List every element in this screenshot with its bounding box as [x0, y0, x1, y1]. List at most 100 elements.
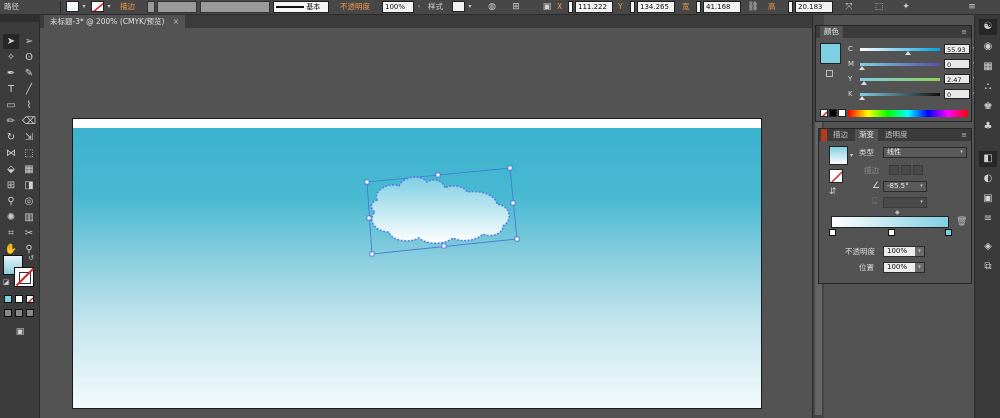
- color-guide-icon[interactable]: ◉: [979, 39, 997, 55]
- transparency-icon[interactable]: ◐: [979, 171, 997, 187]
- isolate-icon[interactable]: ⬚: [873, 1, 885, 13]
- stroke-color-preview[interactable]: [826, 70, 833, 77]
- blend-tool-icon[interactable]: ◎: [21, 194, 37, 209]
- brushes-icon[interactable]: ♚: [979, 99, 997, 115]
- x-field[interactable]: 111.222: [575, 1, 613, 13]
- recolor-icon[interactable]: ◍: [486, 1, 498, 13]
- panel-menu-icon[interactable]: ≡: [966, 1, 978, 13]
- gradient-stop-mid[interactable]: [888, 229, 895, 236]
- slider-knob[interactable]: [905, 51, 911, 55]
- stop-opacity-field[interactable]: 100% ▾: [883, 246, 925, 257]
- width-stepper[interactable]: [696, 1, 701, 13]
- screen-mode-icon[interactable]: ▣: [12, 325, 28, 340]
- white-swatch[interactable]: [838, 109, 846, 117]
- x-label[interactable]: X: [557, 1, 562, 13]
- gradient-type-select[interactable]: 线性 ▾: [883, 147, 967, 158]
- stroke-weight-field[interactable]: [157, 1, 197, 13]
- handle[interactable]: [366, 215, 372, 221]
- gradient-thumbnail[interactable]: [829, 146, 848, 165]
- cloud-selection[interactable]: [355, 160, 530, 260]
- none-mode-icon[interactable]: [26, 295, 34, 303]
- handle[interactable]: [441, 243, 447, 249]
- tab-gradient[interactable]: 渐变: [855, 129, 878, 141]
- handle[interactable]: [507, 165, 513, 171]
- gradient-mode-icon[interactable]: [15, 295, 23, 303]
- black-swatch[interactable]: [829, 109, 837, 117]
- height-stepper[interactable]: [788, 1, 793, 13]
- transform-icon[interactable]: ⤧: [843, 1, 855, 13]
- rectangle-tool-icon[interactable]: ▭: [3, 98, 19, 113]
- panel-grip[interactable]: [0, 15, 40, 22]
- slider-knob[interactable]: [859, 96, 865, 100]
- fill-swatch[interactable]: [66, 1, 79, 12]
- close-tab-icon[interactable]: ×: [173, 17, 179, 26]
- cyan-value-field[interactable]: 55.93: [944, 44, 970, 54]
- lasso-tool-icon[interactable]: ʘ: [21, 50, 37, 65]
- draw-behind-icon[interactable]: [15, 309, 23, 317]
- column-graph-tool-icon[interactable]: ▥: [21, 210, 37, 225]
- black-slider[interactable]: [860, 93, 940, 96]
- document-tab[interactable]: 未标题-3* @ 200% (CMYK/预览) ×: [44, 15, 186, 28]
- paintbrush-tool-icon[interactable]: ⌇: [21, 98, 37, 113]
- variable-width-field[interactable]: [200, 1, 270, 13]
- curvature-tool-icon[interactable]: ✎: [21, 66, 37, 81]
- line-tool-icon[interactable]: ╱: [21, 82, 37, 97]
- cyan-slider[interactable]: [860, 48, 940, 51]
- height-label[interactable]: 高: [768, 1, 776, 13]
- panel-collapse-handle[interactable]: [821, 129, 827, 141]
- pencil-tool-icon[interactable]: ✏: [3, 114, 19, 129]
- tab-color[interactable]: 颜色: [820, 26, 843, 38]
- stroke-swatch[interactable]: [91, 1, 104, 12]
- gradient-ramp[interactable]: [831, 216, 949, 228]
- width-tool-icon[interactable]: ⋈: [3, 146, 19, 161]
- slice-tool-icon[interactable]: ✂: [21, 226, 37, 241]
- edit-path-icon[interactable]: ✦: [900, 1, 912, 13]
- midpoint-diamond-icon[interactable]: ◆: [895, 209, 900, 216]
- stroke-label[interactable]: 描边: [120, 1, 135, 13]
- stroke-weight-stepper[interactable]: [147, 1, 155, 13]
- pen-tool-icon[interactable]: ✒: [3, 66, 19, 81]
- handle[interactable]: [364, 179, 370, 185]
- shape-builder-tool-icon[interactable]: ⬙: [3, 162, 19, 177]
- opacity-label[interactable]: 不透明度: [340, 1, 370, 13]
- magenta-slider[interactable]: [860, 63, 940, 66]
- width-field[interactable]: 41.168: [703, 1, 741, 13]
- yellow-value-field[interactable]: 2.47: [944, 74, 970, 84]
- gradient-preset-dropdown[interactable]: ▾: [850, 152, 853, 159]
- graphic-styles-icon[interactable]: ▣: [979, 191, 997, 207]
- handle[interactable]: [435, 172, 441, 178]
- type-tool-icon[interactable]: T: [3, 82, 19, 97]
- style-swatch[interactable]: [452, 1, 465, 12]
- gradient-tool-icon[interactable]: ◨: [21, 178, 37, 193]
- eyedropper-tool-icon[interactable]: ⚲: [3, 194, 19, 209]
- panel-menu-icon[interactable]: ≡: [961, 28, 967, 36]
- magenta-value-field[interactable]: 0: [944, 59, 970, 69]
- gradient-panel-icon[interactable]: ◧: [979, 151, 997, 167]
- swatches-icon[interactable]: ▦: [979, 59, 997, 75]
- stroke-dropdown[interactable]: ▾: [105, 1, 113, 13]
- color-mode-icon[interactable]: [4, 295, 12, 303]
- stroke-panel-icon[interactable]: ≡: [979, 211, 997, 227]
- height-field[interactable]: 20.183: [795, 1, 833, 13]
- width-label[interactable]: 宽: [682, 1, 690, 13]
- default-fill-stroke-icon[interactable]: ◪: [1, 277, 11, 287]
- symbols-icon[interactable]: ♣: [979, 119, 997, 135]
- align-icon[interactable]: ⊞: [510, 1, 522, 13]
- tab-stroke[interactable]: 描边: [829, 129, 852, 141]
- slider-knob[interactable]: [859, 66, 865, 70]
- yellow-slider[interactable]: [860, 78, 940, 81]
- stroke-color-box[interactable]: [14, 267, 34, 287]
- stroke-style-field[interactable]: 基本: [273, 1, 329, 13]
- layers-icon[interactable]: ◈: [979, 239, 997, 255]
- free-transform-tool-icon[interactable]: ⬚: [21, 146, 37, 161]
- handle[interactable]: [510, 200, 516, 206]
- angle-field[interactable]: -85.5° ▾: [883, 181, 927, 192]
- perspective-grid-tool-icon[interactable]: ▦: [21, 162, 37, 177]
- rotate-tool-icon[interactable]: ↻: [3, 130, 19, 145]
- symbol-sprayer-tool-icon[interactable]: ✺: [3, 210, 19, 225]
- magic-wand-tool-icon[interactable]: ✧: [3, 50, 19, 65]
- stop-location-field[interactable]: 100% ▾: [883, 262, 925, 273]
- mesh-tool-icon[interactable]: ⊞: [3, 178, 19, 193]
- y-label[interactable]: Y: [618, 1, 623, 13]
- libraries-icon[interactable]: ⛬: [979, 79, 997, 95]
